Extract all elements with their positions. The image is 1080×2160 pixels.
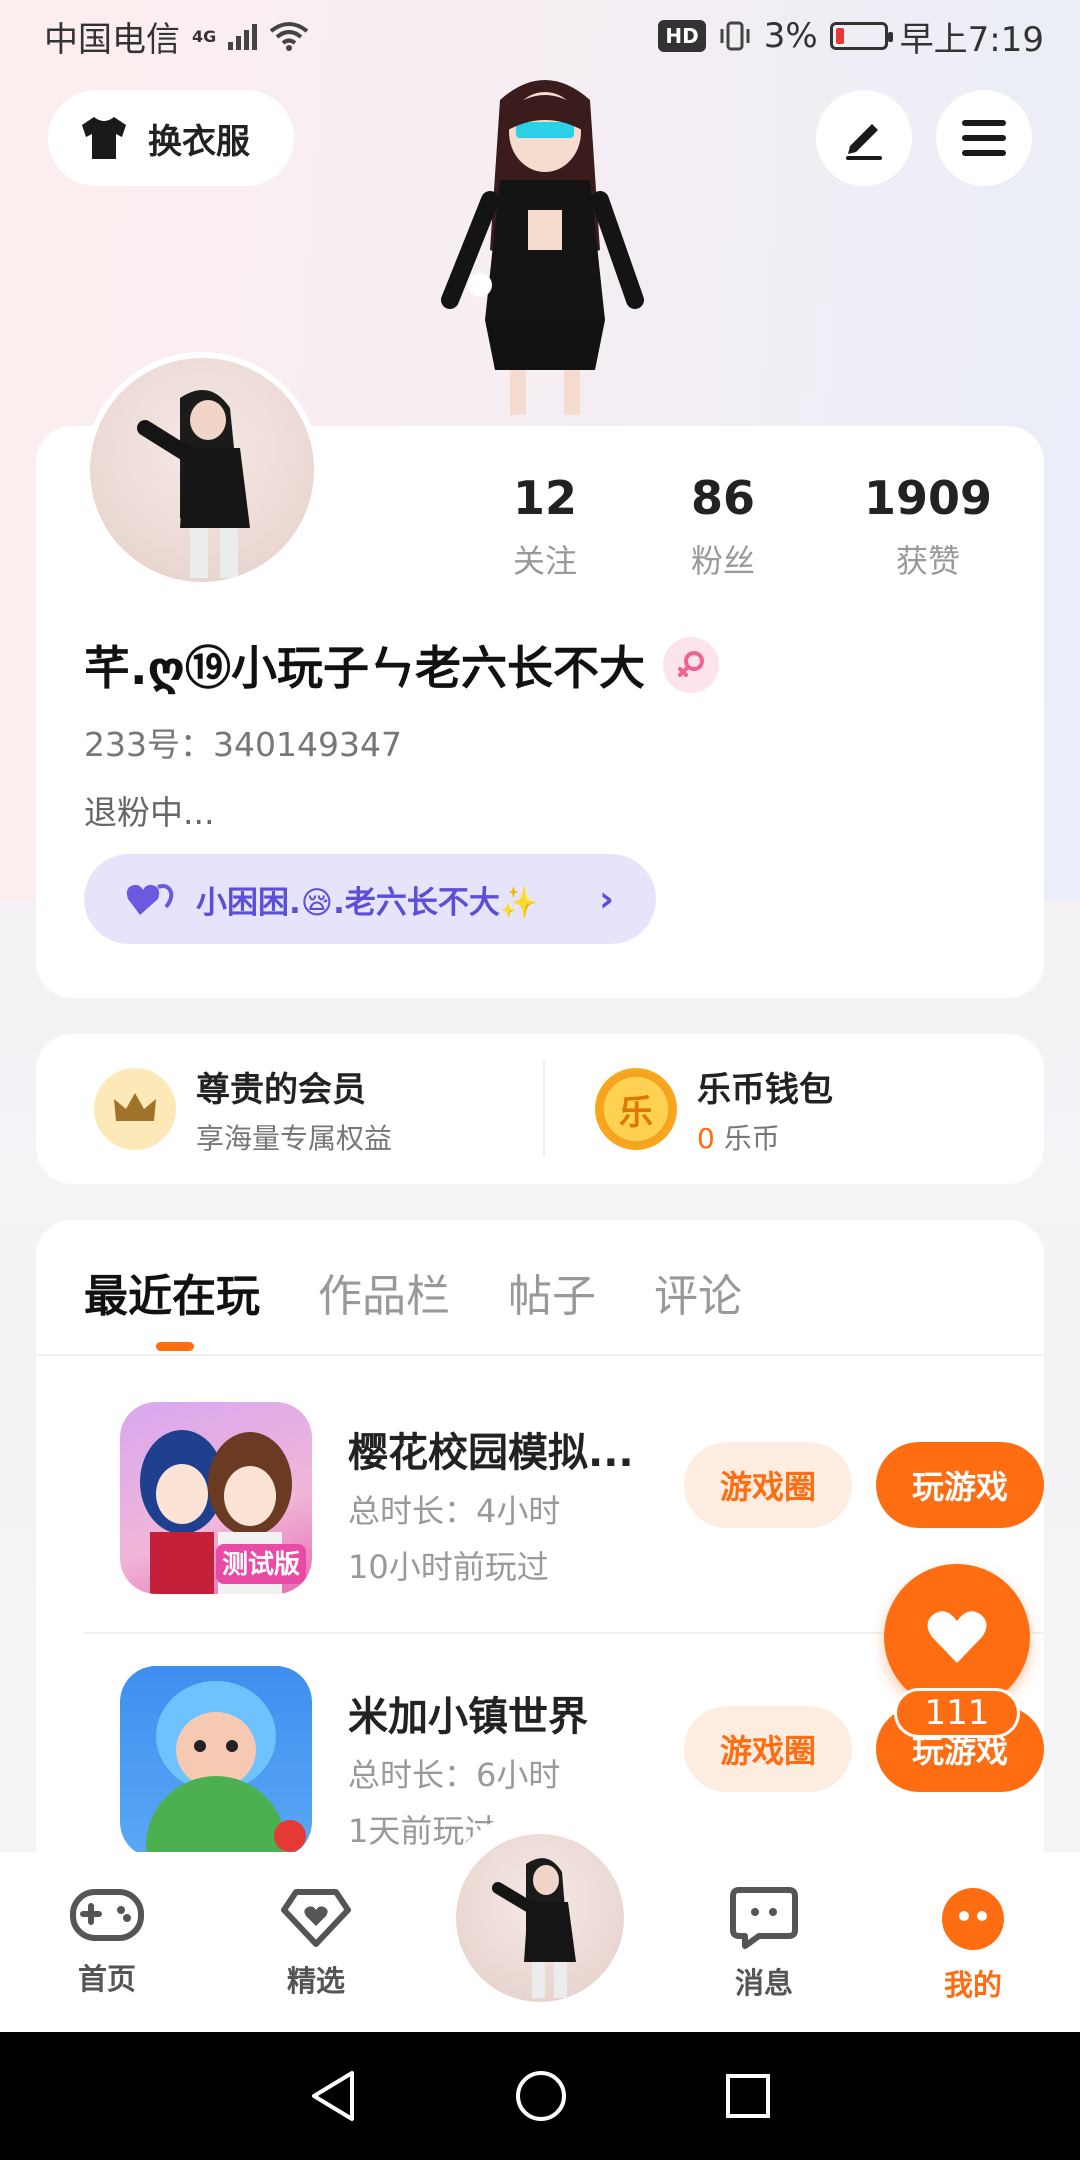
profile-icon [942,1888,1004,1950]
change-outfit-button[interactable]: 换衣服 [48,90,294,186]
back-icon[interactable] [308,2069,358,2123]
username-text: 芊.ღ⑲小玩子ㄣ老六长不大 [84,641,645,695]
coin-balance: 0 [697,1121,715,1155]
game-circle-button[interactable]: 游戏圈 [684,1442,852,1528]
tab-comments[interactable]: 评论 [654,1260,742,1324]
nav-center-avatar[interactable] [456,1834,624,2002]
avatar-image [137,390,250,578]
avatar-image [492,1858,576,1998]
like-count: 111 [894,1688,1020,1738]
coin-wallet-entry[interactable]: 乐 乐币钱包 0 乐币 [545,1034,1044,1184]
divider [36,1354,1044,1356]
stat-likes[interactable]: 1909 获赞 [826,470,1030,582]
gamepad-icon [70,1889,144,1941]
member-subtitle: 享海量专属权益 [196,1121,393,1155]
nav-featured[interactable]: 精选 [231,1852,401,2032]
battery-percent: 3% [763,16,818,56]
wallet-title: 乐币钱包 [697,1069,833,1110]
nav-label: 首页 [77,1962,136,1996]
system-nav-bar [0,2032,1080,2160]
play-game-button[interactable]: 玩游戏 [876,1442,1044,1528]
stat-value: 1909 [863,471,993,525]
clock: 早上7:19 [899,19,1044,60]
game-title: 樱花校园模拟... [348,1430,634,1476]
change-outfit-label: 换衣服 [148,121,250,162]
nav-messages[interactable]: 消息 [679,1852,849,2032]
battery-icon [829,22,893,50]
menu-button[interactable] [936,90,1032,186]
double-heart-icon [126,884,174,915]
game-icon-sakura: 测试版 [120,1402,312,1594]
username: 芊.ღ⑲小玩子ㄣ老六长不大 [84,632,719,698]
stat-fans[interactable]: 86 粉丝 [620,470,826,582]
stat-label: 获赞 [895,542,960,580]
tab-posts[interactable]: 帖子 [508,1260,596,1324]
coin-icon: 乐 [595,1068,677,1150]
test-version-text: 测试版 [222,1550,300,1580]
stats-row: 12 关注 86 粉丝 1909 获赞 [450,470,1040,582]
game-total-time: 总时长：6小时 [348,1756,561,1794]
hd-icon: HD [658,20,706,52]
chevron-right-icon: › [599,878,614,920]
stat-value: 86 [690,471,755,525]
status-bar: 中国电信 4G HD 3% 早上7:19 [0,0,1080,72]
active-tab-indicator [156,1342,194,1351]
network-type: 4G [192,26,217,46]
game-last-played: 10小时前玩过 [348,1548,549,1586]
nav-home[interactable]: 首页 [22,1852,192,2032]
tab-recent[interactable]: 最近在玩 [84,1260,260,1324]
game-icon-miga [120,1666,312,1858]
heart-diamond-icon [281,1889,351,1947]
heart-icon [927,1611,987,1663]
stat-label: 粉丝 [690,542,755,580]
vibrate-icon [720,21,750,51]
nav-label: 我的 [943,1968,1002,2002]
stat-following[interactable]: 12 关注 [470,470,620,582]
game-title: 米加小镇世界 [348,1694,588,1740]
vip-member-entry[interactable]: 尊贵的会员 享海量专属权益 [36,1034,543,1184]
message-icon [730,1887,798,1949]
avatar-figure[interactable] [430,70,660,425]
profile-tabs: 最近在玩 作品栏 帖子 评论 [84,1260,742,1324]
user-id: 233号：340149347 [84,725,402,764]
carrier-label: 中国电信 [44,19,180,60]
tab-works[interactable]: 作品栏 [318,1260,450,1324]
hamburger-icon [962,120,1006,156]
edit-profile-button[interactable] [816,90,912,186]
shirt-icon [82,117,126,159]
fan-club-pill[interactable]: 小困困.😪.老六长不大✨ › [84,854,656,944]
pen-icon [846,124,882,160]
stat-label: 关注 [512,542,577,580]
recents-icon[interactable] [724,2072,772,2120]
wifi-icon [270,22,309,51]
stat-value: 12 [512,471,577,525]
signal-icon [228,22,258,50]
fan-club-label: 小困困.😪.老六长不大✨ [196,884,539,921]
nav-label: 精选 [286,1964,345,1998]
crown-icon [94,1068,176,1150]
avatar[interactable] [84,352,320,588]
nav-label: 消息 [734,1966,793,2000]
member-title: 尊贵的会员 [196,1069,366,1110]
coin-unit: 乐币 [723,1121,780,1155]
home-icon[interactable] [514,2069,568,2123]
game-total-time: 总时长：4小时 [348,1492,561,1530]
bio: 退粉中... [84,793,215,832]
list-item[interactable]: 测试版 樱花校园模拟... 总时长：4小时 10小时前玩过 游戏圈 玩游戏 [84,1402,1044,1602]
female-icon [662,637,719,693]
member-wallet-card: 尊贵的会员 享海量专属权益 乐 乐币钱包 0 乐币 [36,1034,1044,1184]
nav-me[interactable]: 我的 [888,1852,1058,2032]
game-circle-button[interactable]: 游戏圈 [684,1706,852,1792]
